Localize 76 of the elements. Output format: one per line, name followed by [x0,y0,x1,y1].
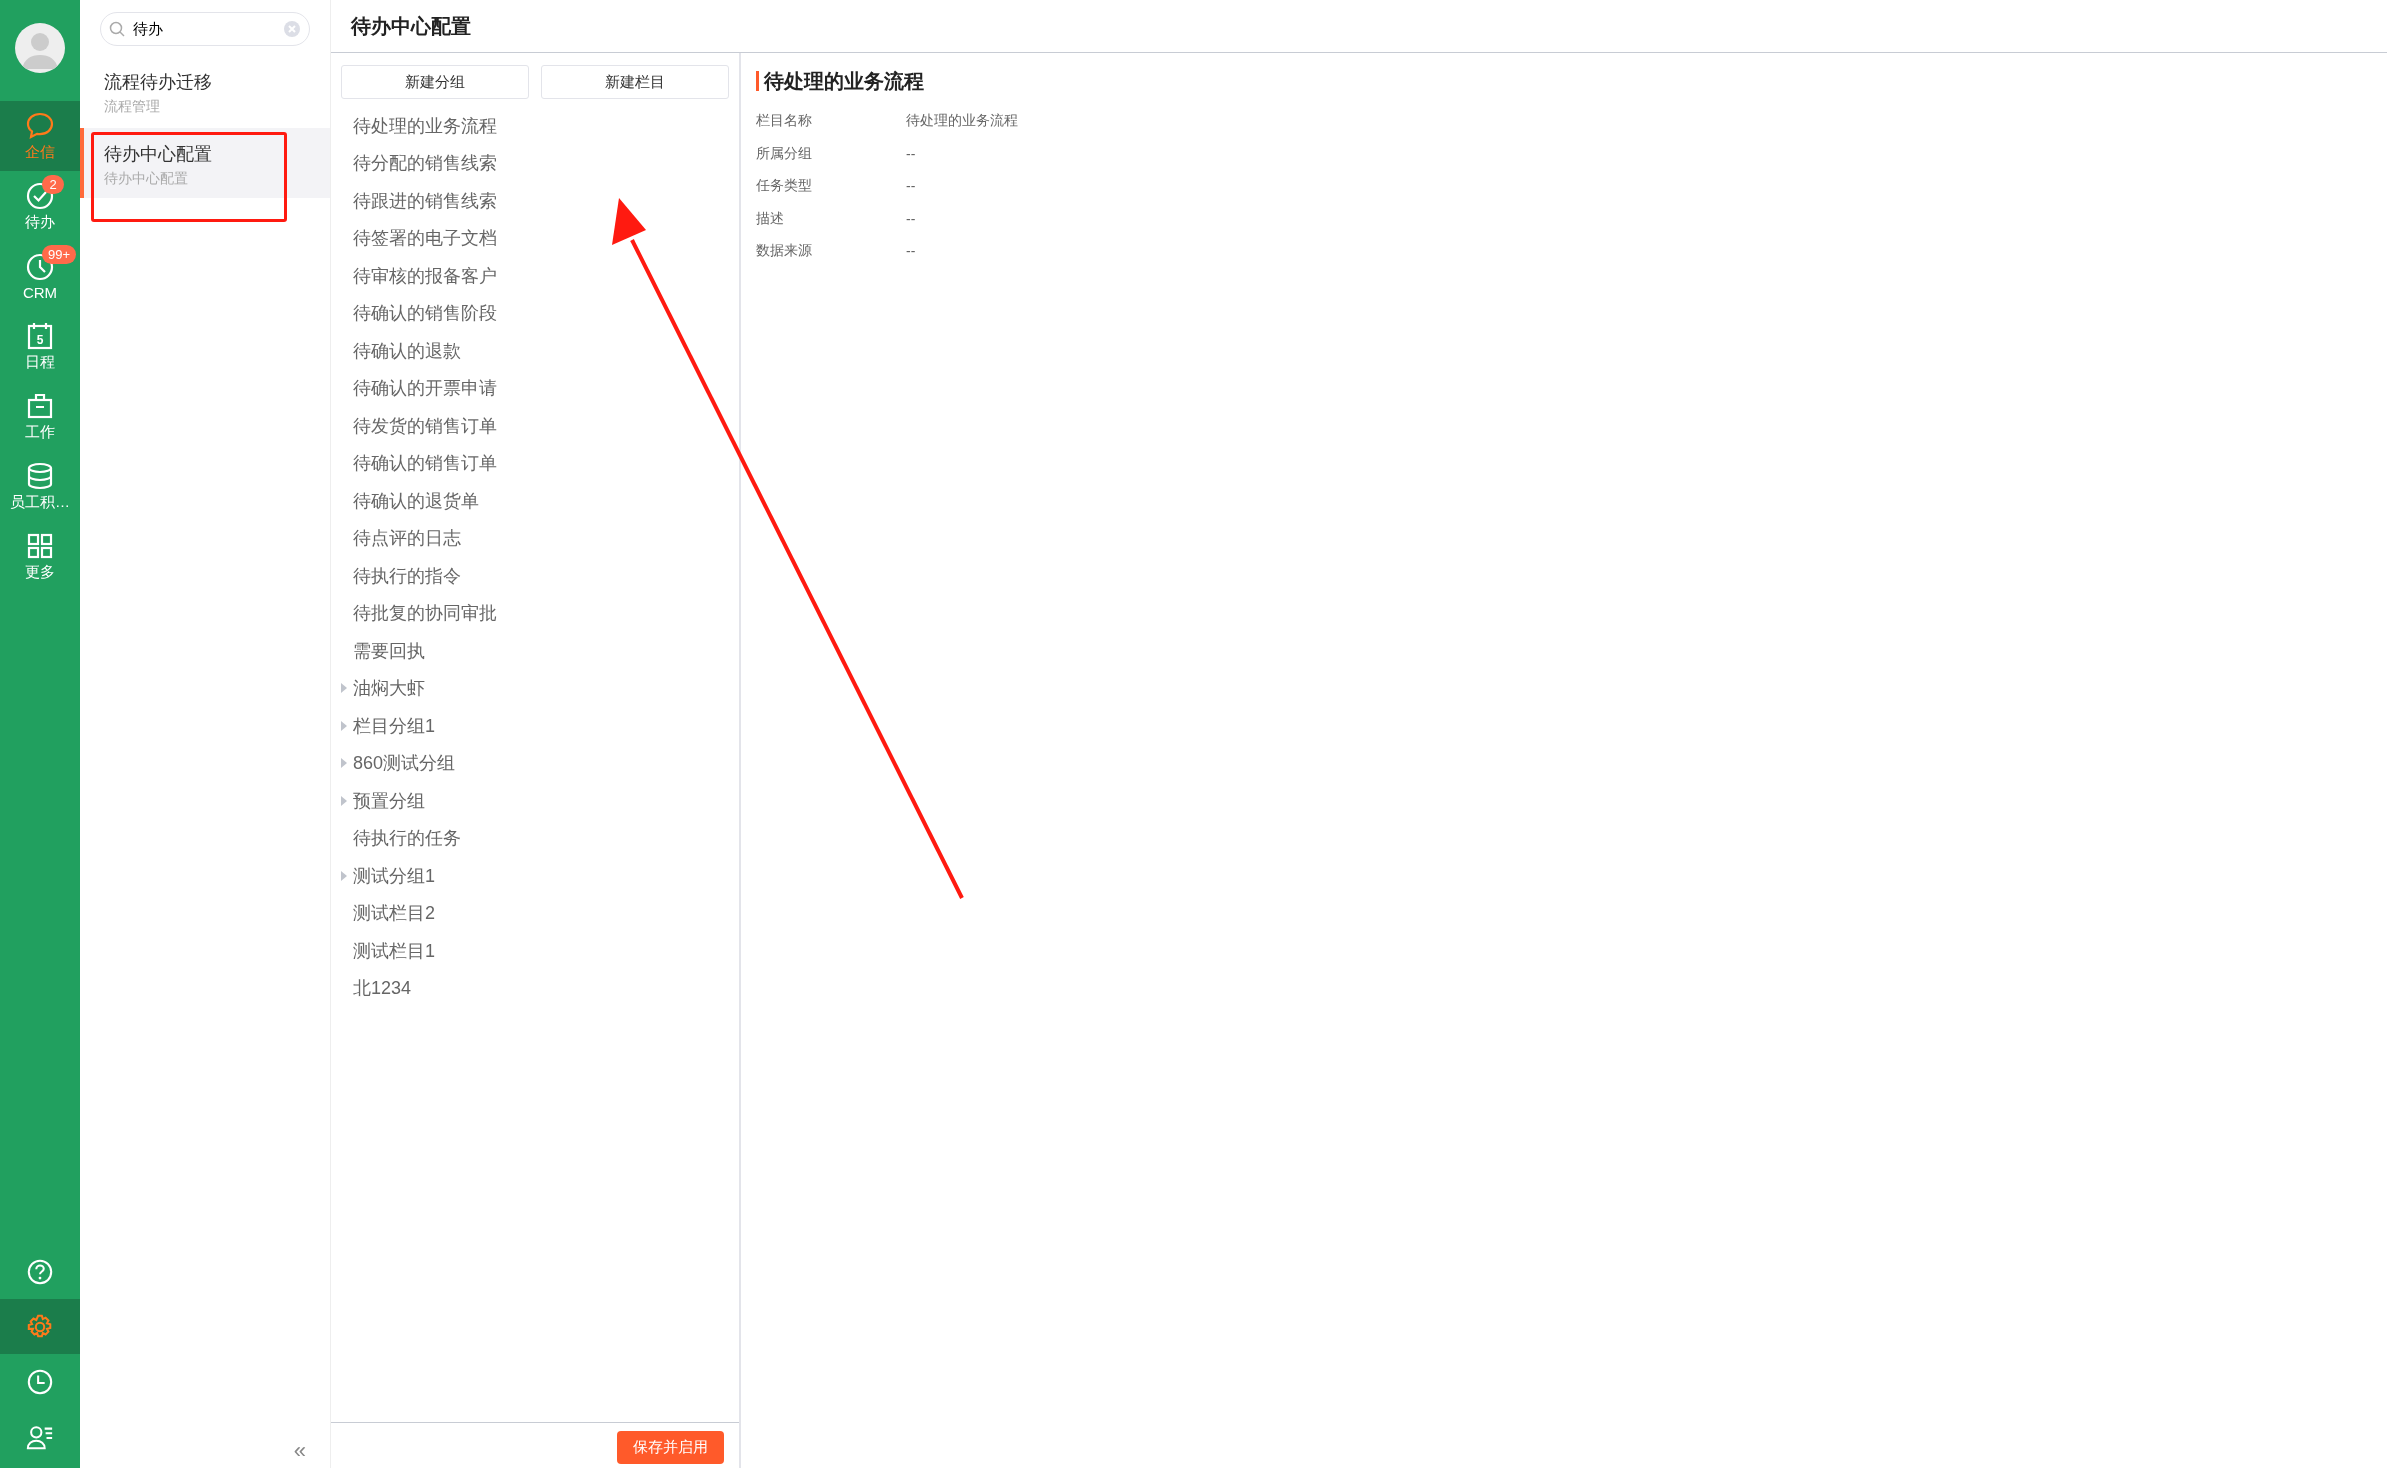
nav-label: 工作 [25,422,55,442]
count-badge: 2 [42,175,64,194]
database-icon [25,460,55,491]
caret-right-icon[interactable] [340,720,348,731]
tree-item[interactable]: 待确认的销售阶段 [353,301,497,326]
tree-item[interactable]: 待确认的销售订单 [353,451,497,476]
section-title: 待处理的业务流程 [756,71,2372,91]
tree-group[interactable]: 预置分组 [353,788,425,813]
tree-item[interactable]: 测试栏目1 [353,938,435,963]
tree-item[interactable]: 待确认的退货单 [353,488,479,513]
menu-item-title: 流程待办迁移 [104,71,213,94]
clear-icon[interactable] [283,20,301,38]
tree-group[interactable]: 860测试分组 [353,751,456,776]
field-label: 描述 [756,209,785,228]
tree-item[interactable]: 待执行的指令 [353,563,461,588]
page-title: 待办中心配置 [351,13,471,39]
caret-right-icon[interactable] [340,870,348,881]
chat-icon [25,110,55,141]
tree-item[interactable]: 北1234 [353,976,412,1001]
tree-item[interactable]: 待确认的开票申请 [353,376,497,401]
field-label: 任务类型 [756,177,813,196]
avatar[interactable] [15,23,65,73]
help-icon [26,1257,54,1286]
tree-item[interactable]: 待签署的电子文档 [353,226,497,251]
new-button[interactable]: 新建栏目 [541,65,729,99]
tree-group[interactable]: 油焖大虾 [353,676,425,701]
save-button[interactable]: 保存并启用 [617,1431,724,1464]
tree-group[interactable]: 测试分组1 [353,863,435,888]
nav-item[interactable]: 5 日程 [0,311,80,381]
tree-item[interactable]: 待点评的日志 [353,526,461,551]
nav-item[interactable]: 工作 [0,381,80,451]
tree-item[interactable]: 待审核的报备客户 [353,263,497,288]
menu-item[interactable]: 流程待办迁移 流程管理 [80,56,330,126]
nav-label: 待办 [25,212,55,232]
field-value: 待处理的业务流程 [906,112,1018,131]
nav-label: 员工积… [10,492,70,512]
nav-item[interactable]: 更多 [0,521,80,591]
caret-right-icon[interactable] [340,758,348,769]
search-field[interactable]: 待办 [100,12,310,46]
tree-item[interactable]: 待跟进的销售线索 [353,188,497,213]
nav-label: CRM [22,283,58,301]
tree-item[interactable]: 待执行的任务 [353,826,461,851]
field-value: -- [906,243,916,260]
check-circle-icon [25,180,55,211]
tree-item[interactable]: 待处理的业务流程 [353,113,497,138]
tree-item[interactable]: 待发货的销售订单 [353,413,497,438]
field-label: 栏目名称 [756,112,813,131]
menu-item-title: 待办中心配置 [104,143,213,166]
field-value: -- [906,178,916,195]
tree-item[interactable]: 需要回执 [353,638,425,663]
field-label: 所属分组 [756,144,813,163]
tree-item[interactable]: 待确认的退款 [353,338,461,363]
nav-label: 企信 [25,142,55,162]
field-value: -- [906,210,916,227]
tree-item[interactable]: 待批复的协同审批 [353,601,497,626]
field-label: 数据来源 [756,242,813,261]
count-badge: 99+ [42,245,77,264]
nav-label: 日程 [25,352,55,372]
search-icon [109,21,125,37]
tree-group[interactable]: 栏目分组1 [353,713,435,738]
caret-right-icon[interactable] [340,795,348,806]
nav-item[interactable]: CRM 99+ [0,241,80,311]
menu-item-subtitle: 待办中心配置 [104,170,189,188]
clock-icon [26,1367,54,1396]
rail-button[interactable] [0,1299,80,1354]
nav-label: 更多 [25,562,55,582]
collapse-button[interactable]: « [293,1438,306,1464]
tree-item[interactable]: 测试栏目2 [353,901,435,926]
new-button[interactable]: 新建分组 [341,65,529,99]
menu-item-subtitle: 流程管理 [104,98,161,116]
nav-item[interactable]: 待办 2 [0,171,80,241]
menu-item[interactable]: 待办中心配置 待办中心配置 [80,128,330,198]
field-value: -- [906,145,916,162]
caret-right-icon[interactable] [340,683,348,694]
nav-item[interactable]: 员工积… [0,451,80,521]
tree-item[interactable]: 待分配的销售线索 [353,151,497,176]
